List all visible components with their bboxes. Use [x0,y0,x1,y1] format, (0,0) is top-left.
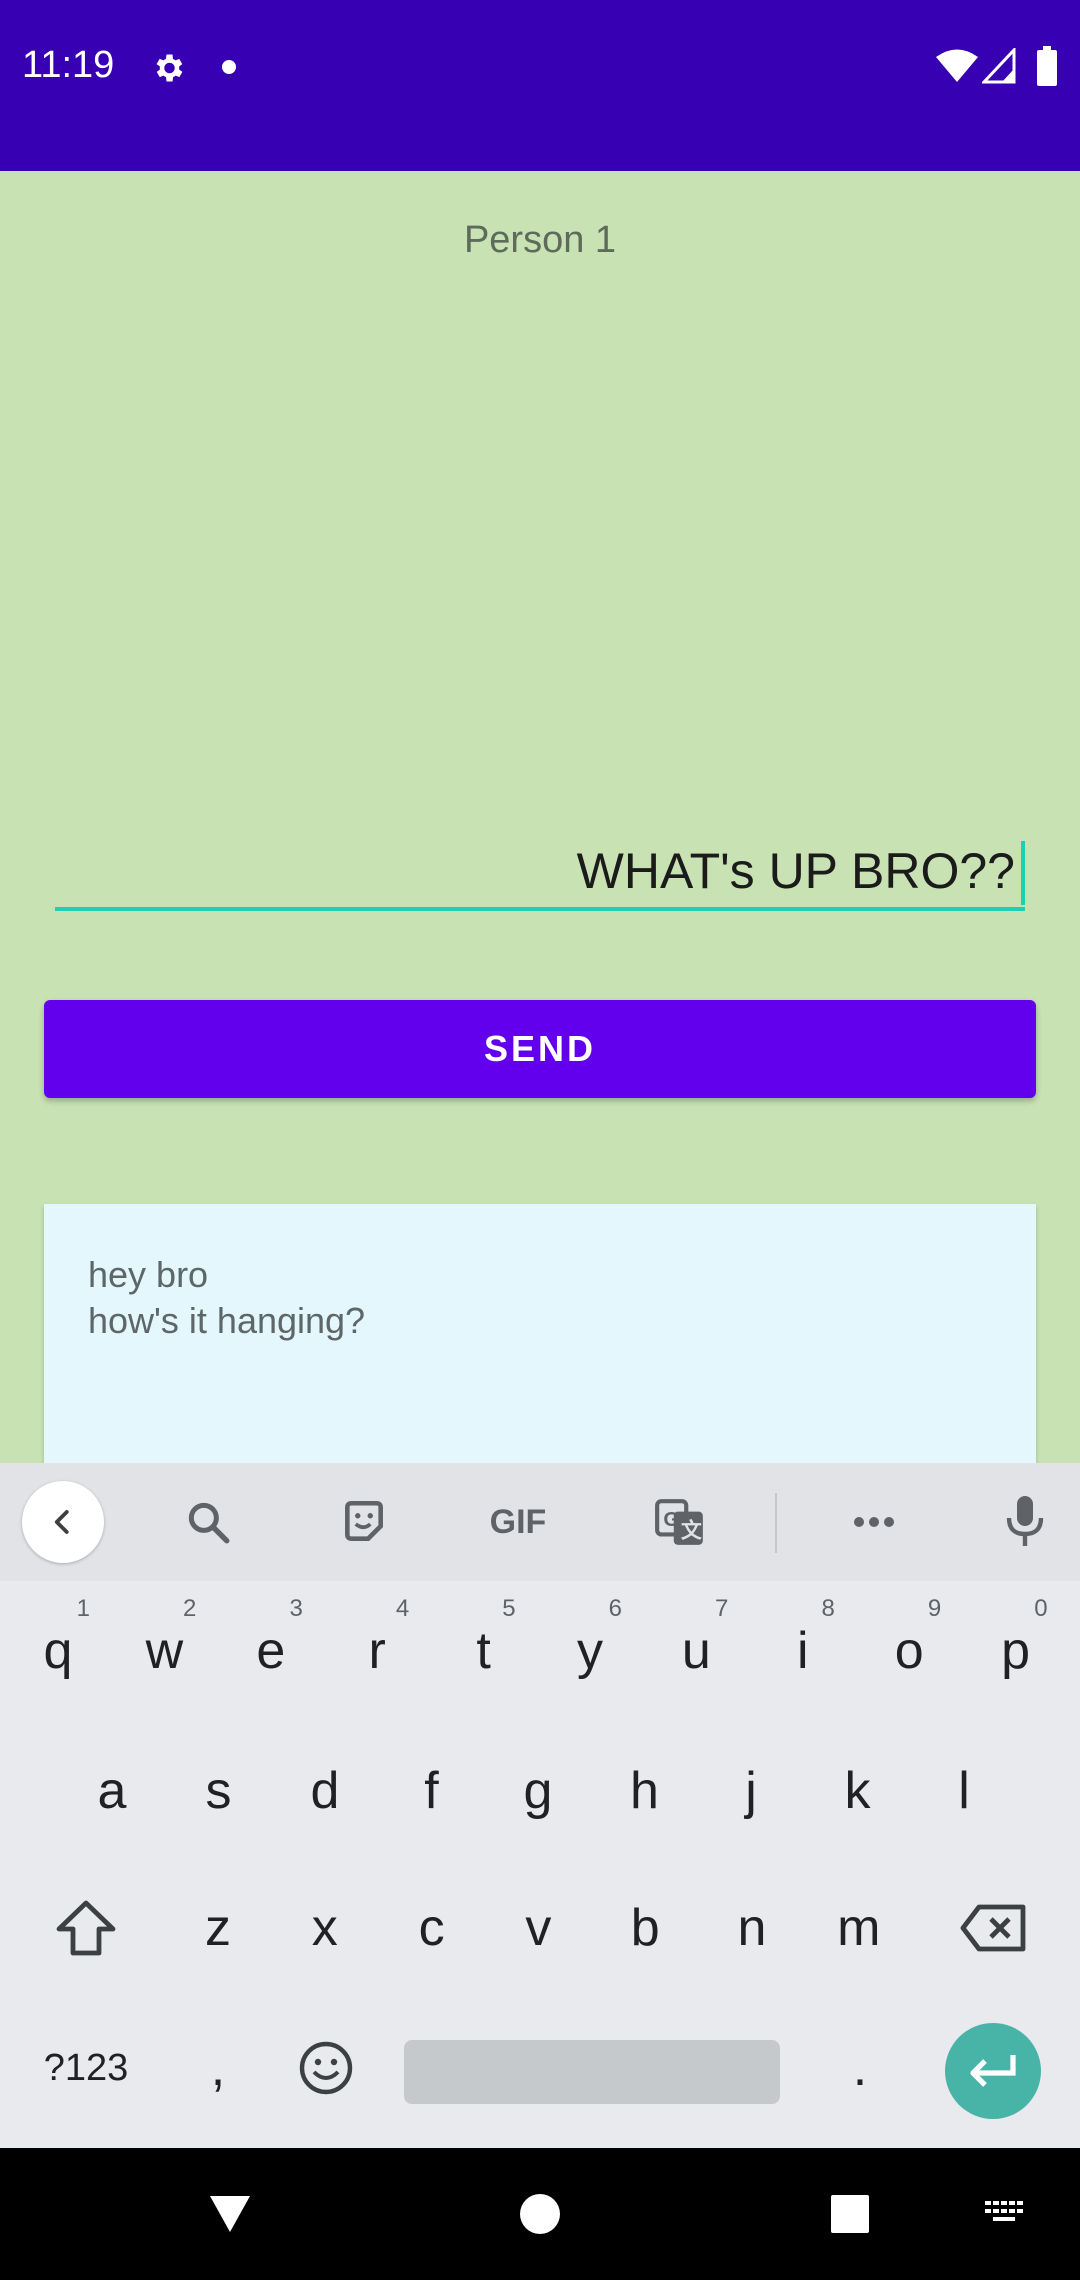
key-hint: 7 [715,1595,729,1622]
key-d[interactable]: d [275,1731,375,1851]
key-label: o [894,1622,924,1680]
more-icon[interactable] [834,1463,914,1581]
key-g[interactable]: g [488,1731,588,1851]
key-hint: 4 [395,1595,410,1622]
chat-screen: Person 1 WHAT's UP BRO?? SEND hey bro ho… [0,171,1080,1463]
key-j[interactable]: j [701,1731,801,1851]
notification-dot-icon [222,60,236,74]
key-label: u [681,1622,711,1680]
key-m[interactable]: m [809,1868,909,1988]
key-p[interactable]: p0 [966,1591,1066,1711]
key-hint: 8 [821,1595,835,1622]
key-v[interactable]: v [488,1868,588,1988]
key-q[interactable]: q1 [8,1591,108,1711]
key-label: y [577,1622,603,1680]
key-hint: 0 [1034,1595,1048,1622]
key-label: p [1001,1622,1031,1680]
home-circle-icon[interactable] [500,2148,580,2280]
key-h[interactable]: h [595,1731,695,1851]
space-key[interactable] [404,2040,780,2104]
person-title: Person 1 [463,219,617,261]
key-f[interactable]: f [382,1731,482,1851]
back-triangle-icon[interactable] [190,2148,270,2280]
key-z[interactable]: z [168,1868,268,1988]
key-hint: 1 [76,1595,90,1622]
mic-icon[interactable] [985,1463,1065,1581]
svg-text:G: G [663,1508,679,1531]
key-i[interactable]: i8 [753,1591,853,1711]
comma-key[interactable]: , [168,2008,268,2128]
settings-icon [150,50,186,91]
key-w[interactable]: w2 [114,1591,214,1711]
key-e[interactable]: e3 [221,1591,321,1711]
translate-icon[interactable]: G文 [640,1463,720,1581]
battery-icon [1036,46,1058,91]
svg-text:文: 文 [681,1519,702,1543]
key-hint: 3 [289,1595,303,1622]
key-label: e [256,1622,286,1680]
symbols-key[interactable]: ?123 [36,2008,136,2128]
send-button[interactable]: SEND [44,1000,1036,1098]
toolbar-divider [775,1493,777,1553]
emoji-key[interactable] [276,2008,376,2128]
key-t[interactable]: t5 [434,1591,534,1711]
keyboard-toolbar: GIF G文 [0,1463,1080,1581]
message-input-value: WHAT's UP BRO?? [576,843,1015,899]
key-y[interactable]: y6 [540,1591,640,1711]
key-u[interactable]: u7 [646,1591,746,1711]
chat-line: how's it hanging? [88,1300,366,1341]
gif-icon[interactable]: GIF [478,1463,558,1581]
key-hint: 9 [927,1595,942,1622]
enter-key[interactable] [945,2023,1041,2119]
key-a[interactable]: a [62,1731,162,1851]
message-input[interactable]: WHAT's UP BRO?? [55,831,1025,911]
key-l[interactable]: l [914,1731,1014,1851]
key-s[interactable]: s [169,1731,269,1851]
key-n[interactable]: n [702,1868,802,1988]
key-k[interactable]: k [808,1731,908,1851]
back-icon[interactable] [22,1481,104,1563]
soft-keyboard: GIF G文 q1w2e3r4t5y6u7i8o9p0 asdfghjkl zx… [0,1463,1080,2148]
backspace-key[interactable] [944,1868,1044,1988]
chat-history-card: hey bro how's it hanging? [44,1204,1036,1463]
text-cursor [1021,841,1025,905]
search-icon[interactable] [168,1463,248,1581]
key-o[interactable]: o9 [859,1591,959,1711]
key-label: t [476,1622,491,1680]
key-hint: 2 [183,1595,197,1622]
key-b[interactable]: b [595,1868,695,1988]
navigation-bar [0,2148,1080,2280]
key-label: q [43,1622,73,1680]
key-hint: 5 [502,1595,516,1622]
key-x[interactable]: x [275,1868,375,1988]
signal-icon [980,46,1016,89]
status-time: 11:19 [22,44,115,86]
key-r[interactable]: r4 [327,1591,427,1711]
key-hint: 6 [608,1595,622,1622]
sticker-icon[interactable] [324,1463,404,1581]
key-label: i [797,1622,809,1680]
chat-line: hey bro [88,1254,209,1295]
key-c[interactable]: c [382,1868,482,1988]
key-label: r [368,1622,386,1680]
status-bar: 11:19 [0,0,1080,171]
period-key[interactable]: . [810,2008,910,2128]
keyboard-switch-icon[interactable] [966,2148,1046,2280]
wifi-icon [936,48,978,89]
key-label: w [145,1622,184,1680]
shift-key[interactable] [36,1868,136,1988]
recents-square-icon[interactable] [810,2148,890,2280]
